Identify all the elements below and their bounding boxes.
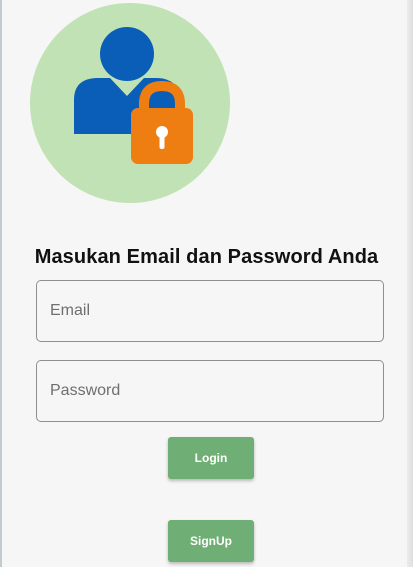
email-field[interactable] xyxy=(36,280,384,342)
page-title: Masukan Email dan Password Anda xyxy=(34,246,379,268)
signup-button[interactable]: SignUp xyxy=(168,520,254,562)
right-edge-shadow xyxy=(407,0,413,567)
user-lock-icon xyxy=(30,3,230,203)
login-button[interactable]: Login xyxy=(168,437,254,479)
password-field[interactable] xyxy=(36,360,384,422)
left-edge-divider xyxy=(0,0,2,567)
